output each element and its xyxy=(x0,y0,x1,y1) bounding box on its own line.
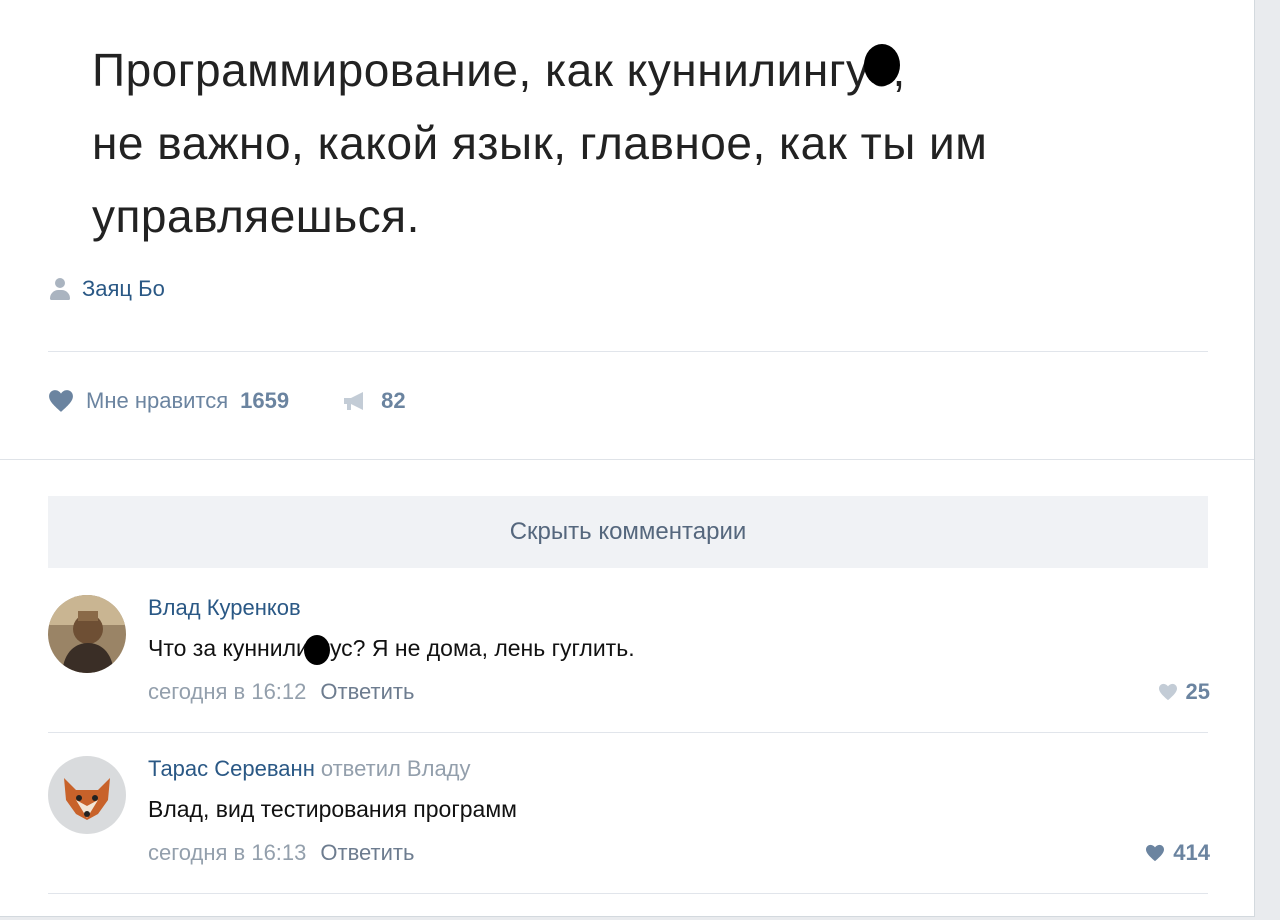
comment-meta: сегодня в 16:12 Ответить xyxy=(148,679,414,705)
post-author-name: Заяц Бо xyxy=(82,276,165,301)
post-author-link[interactable]: Заяц Бо xyxy=(48,276,165,302)
comment-time: сегодня в 16:12 xyxy=(148,679,307,704)
censor-dot xyxy=(864,44,900,86)
comment-author-name: Тарас Сереванн xyxy=(148,756,315,781)
comment-meta: сегодня в 16:13 Ответить xyxy=(148,840,414,866)
heart-icon xyxy=(49,390,73,412)
comment-text: Что за куннилингус? Я не дома, лень гугл… xyxy=(148,635,635,661)
user-icon xyxy=(48,276,72,302)
like-label: Мне нравится xyxy=(86,388,229,413)
megaphone-icon xyxy=(344,392,364,410)
post-card: Программирование, как куннилингус, не ва… xyxy=(0,0,1255,917)
heart-icon xyxy=(1146,844,1165,862)
heart-icon xyxy=(1158,683,1177,701)
share-count: 82 xyxy=(381,388,406,413)
comment-like-button[interactable]: 25 xyxy=(1158,679,1210,705)
avatar-image xyxy=(48,595,126,673)
comment-like-count: 25 xyxy=(1185,679,1210,704)
comment-like-button[interactable]: 414 xyxy=(1145,840,1210,866)
reply-button[interactable]: Ответить xyxy=(320,679,414,704)
avatar-image xyxy=(48,756,126,834)
section-divider xyxy=(0,459,1254,460)
post-actions: Мне нравится 1659 82 xyxy=(48,388,406,414)
comment-author-name: Влад Куренков xyxy=(148,595,301,620)
hide-comments-button[interactable]: Скрыть комментарии xyxy=(48,496,1208,568)
divider xyxy=(48,351,1208,352)
reply-button[interactable]: Ответить xyxy=(320,840,414,865)
post-text: Программирование, как куннилингус, не ва… xyxy=(92,44,988,242)
comment-time: сегодня в 16:13 xyxy=(148,840,307,865)
comment-item: Влад Куренков Что за куннилингус? Я не д… xyxy=(48,595,1210,705)
censor-dot xyxy=(304,635,330,665)
divider xyxy=(48,893,1208,894)
avatar[interactable] xyxy=(48,756,126,834)
reply-note[interactable]: ответил Владу xyxy=(321,756,471,781)
share-button[interactable]: 82 xyxy=(341,388,406,414)
like-button[interactable]: Мне нравится 1659 xyxy=(48,388,289,414)
like-count: 1659 xyxy=(240,388,290,413)
comment-author[interactable]: Тарас Сереванн ответил Владу xyxy=(148,756,471,782)
comment-text: Влад, вид тестирования программ xyxy=(148,796,517,822)
divider xyxy=(48,732,1208,733)
comment-item: Тарас Сереванн ответил Владу Влад, вид те… xyxy=(48,756,1210,866)
avatar[interactable] xyxy=(48,595,126,673)
comment-author[interactable]: Влад Куренков xyxy=(148,595,307,621)
comment-like-count: 414 xyxy=(1173,840,1210,865)
